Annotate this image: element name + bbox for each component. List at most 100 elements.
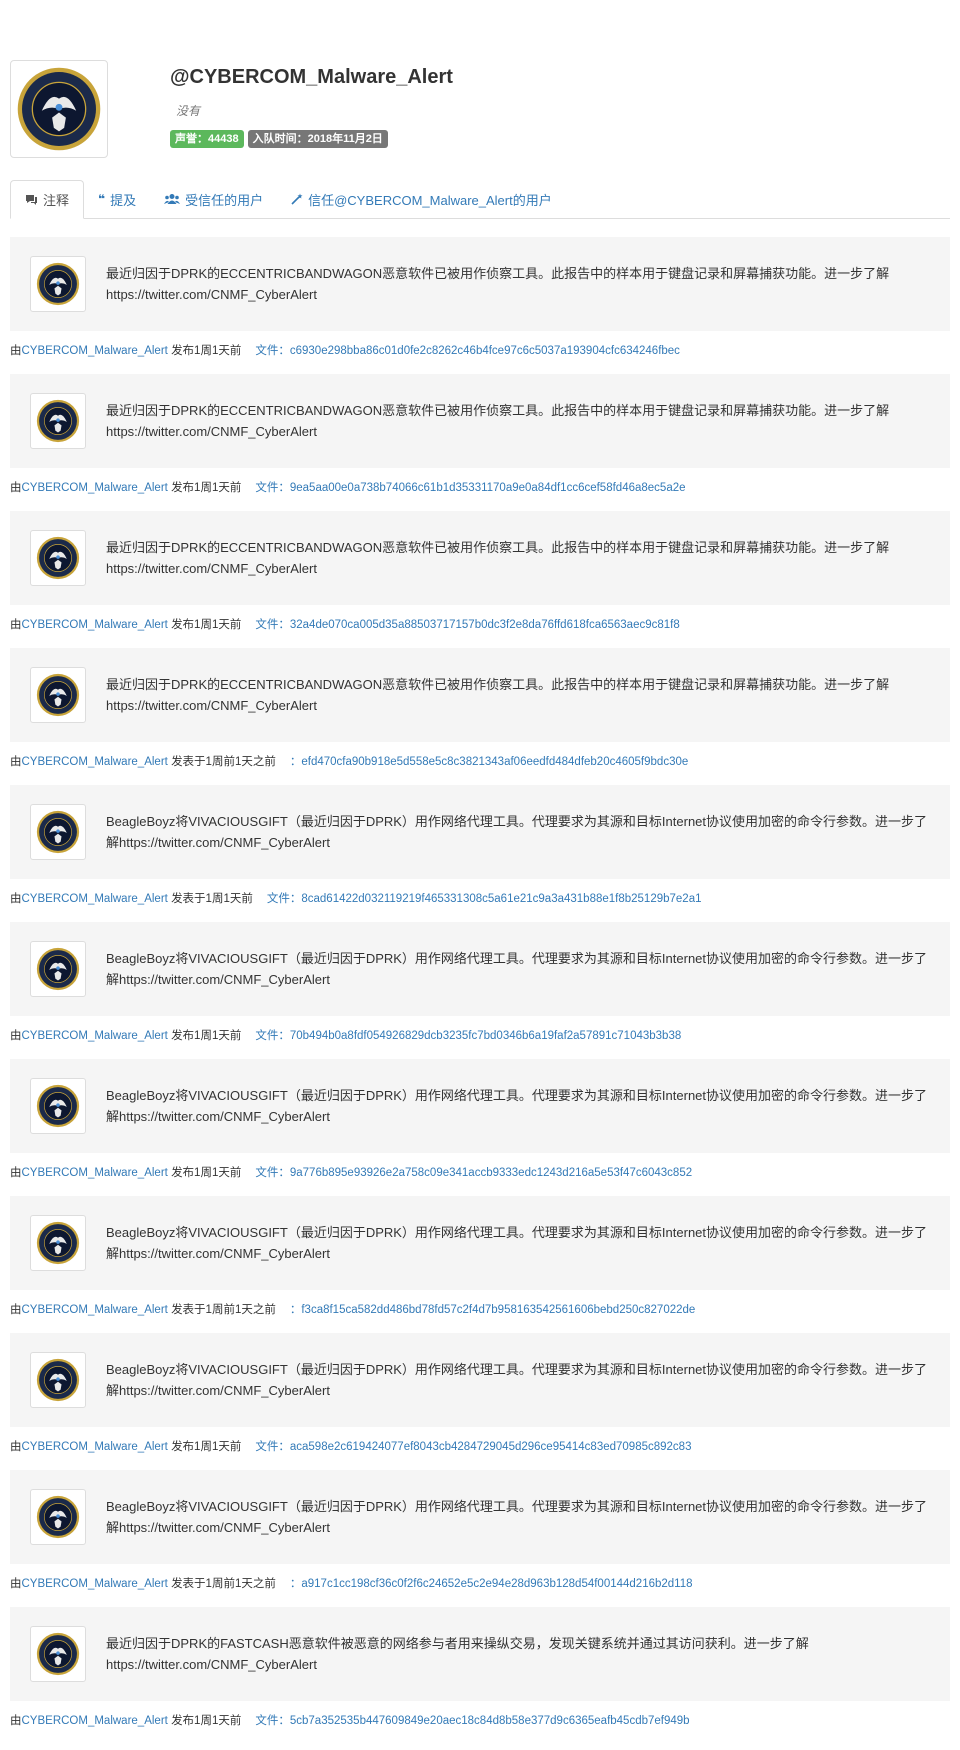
author-link[interactable]: CYBERCOM_Malware_Alert [22,1030,168,1042]
comment-card: 最近归因于DPRK的ECCENTRICBANDWAGON恶意软件已被用作侦察工具… [10,237,950,331]
file-hash: 8cad61422d032119219f465331308c5a61e21c9a… [301,893,702,905]
author-link[interactable]: CYBERCOM_Malware_Alert [22,893,168,905]
comment-avatar[interactable] [30,1215,86,1271]
comment-avatar[interactable] [30,256,86,312]
cybercom-seal-icon [36,1221,80,1265]
author-link[interactable]: CYBERCOM_Malware_Alert [22,619,168,631]
file-link[interactable]: 文件：32a4de070ca005d35a88503717157b0dc3f2e… [255,619,679,631]
comment-avatar[interactable] [30,530,86,586]
comment-avatar[interactable] [30,941,86,997]
comment-avatar[interactable] [30,393,86,449]
by-prefix: 由 [10,756,22,768]
file-hash: 9a776b895e93926e2a758c09e341accb9333edc1… [289,1167,693,1179]
comment-avatar[interactable] [30,1352,86,1408]
cybercom-seal-icon [36,947,80,991]
comment-card: BeagleBoyz将VIVACIOUSGIFT（最近归因于DPRK）用作网络代… [10,1333,950,1427]
posted-time: 发布1周1天前 [171,1441,242,1453]
comment-avatar[interactable] [30,1626,86,1682]
comment-text: BeagleBoyz将VIVACIOUSGIFT（最近归因于DPRK）用作网络代… [106,1499,928,1535]
comment-card: BeagleBoyz将VIVACIOUSGIFT（最近归因于DPRK）用作网络代… [10,922,950,1016]
comment-meta: 由CYBERCOM_Malware_Alert 发布1周1天前 文件：32a4de… [10,605,950,648]
author-link[interactable]: CYBERCOM_Malware_Alert [22,1441,168,1453]
cybercom-seal-icon [36,673,80,717]
file-hash: c6930e298bba86c01d0fe2c8262c46b4fce97c6c… [289,345,680,357]
posted-time: 发表于1周前1天之前 [171,756,276,768]
by-prefix: 由 [10,1441,22,1453]
comment-text: 最近归因于DPRK的ECCENTRICBANDWAGON恶意软件已被用作侦察工具… [106,403,890,439]
file-hash: aca598e2c619424077ef8043cb4284729045d296… [289,1441,692,1453]
comment-entry: BeagleBoyz将VIVACIOUSGIFT（最近归因于DPRK）用作网络代… [10,1059,950,1196]
profile-tabs: 注释 ❝ 提及 受信任的用户 信任@CYBERCOM_Malware_Alert… [10,180,950,219]
comment-avatar[interactable] [30,667,86,723]
file-link[interactable]: ：efd470cfa90b918e5d558e5c8c3821343af06ee… [290,756,688,768]
comment-meta: 由CYBERCOM_Malware_Alert 发布1周1天前 文件：5cb7a3… [10,1701,950,1744]
file-link[interactable]: 文件：70b494b0a8fdf054926829dcb3235fc7bd034… [255,1030,681,1042]
author-link[interactable]: CYBERCOM_Malware_Alert [22,1715,168,1727]
comment-card: 最近归因于DPRK的FASTCASH恶意软件被恶意的网络参与者用来操纵交易，发现… [10,1607,950,1701]
file-label: 文件： [255,619,290,631]
comment-avatar[interactable] [30,804,86,860]
avatar [10,60,108,158]
tab-comments[interactable]: 注释 [10,180,85,219]
comment-meta: 由CYBERCOM_Malware_Alert 发布1周1天前 文件：aca598… [10,1427,950,1470]
author-link[interactable]: CYBERCOM_Malware_Alert [22,756,168,768]
file-label: 文件： [255,482,290,494]
author-link[interactable]: CYBERCOM_Malware_Alert [22,1304,168,1316]
joined-badge: 入队时间：2018年11月2日 [247,130,388,148]
author-link[interactable]: CYBERCOM_Malware_Alert [22,482,168,494]
author-link[interactable]: CYBERCOM_Malware_Alert [22,1167,168,1179]
tab-comments-label: 注释 [43,193,70,208]
comment-card: BeagleBoyz将VIVACIOUSGIFT（最近归因于DPRK）用作网络代… [10,785,950,879]
file-hash: 5cb7a352535b447609849e20aec18c84d8b58e37… [289,1715,690,1727]
file-link[interactable]: 文件：5cb7a352535b447609849e20aec18c84d8b58… [255,1715,689,1727]
file-label: 文件： [255,345,290,357]
posted-time: 发布1周1天前 [171,482,242,494]
file-link[interactable]: ：f3ca8f15ca582dd486bd78fd57c2f4d7b958163… [290,1304,695,1316]
file-link[interactable]: ：a917c1cc198cf36c0f2f6c24652e5c2e94e28d9… [290,1578,693,1590]
posted-time: 发布1周1天前 [171,1030,242,1042]
file-label: 文件： [255,1441,290,1453]
comments-icon [25,194,38,206]
profile-description: 没有 [176,104,201,118]
file-label: 文件： [255,1715,290,1727]
comment-avatar[interactable] [30,1078,86,1134]
cybercom-seal-icon [36,1084,80,1128]
posted-time: 发布1周1天前 [171,1715,242,1727]
comment-text: 最近归因于DPRK的ECCENTRICBANDWAGON恶意软件已被用作侦察工具… [106,266,890,302]
comment-text: 最近归因于DPRK的ECCENTRICBANDWAGON恶意软件已被用作侦察工具… [106,540,890,576]
file-link[interactable]: 文件：aca598e2c619424077ef8043cb4284729045d… [255,1441,691,1453]
cybercom-seal-icon [36,536,80,580]
tab-trusted-users[interactable]: 受信任的用户 [150,180,277,218]
file-link[interactable]: 文件：9ea5aa00e0a738b74066c61b1d35331170a9e… [255,482,685,494]
comment-card: 最近归因于DPRK的ECCENTRICBANDWAGON恶意软件已被用作侦察工具… [10,511,950,605]
author-link[interactable]: CYBERCOM_Malware_Alert [22,345,168,357]
cybercom-seal-icon [17,67,101,151]
comment-text: 最近归因于DPRK的FASTCASH恶意软件被恶意的网络参与者用来操纵交易，发现… [106,1636,809,1672]
file-hash: efd470cfa90b918e5d558e5c8c3821343af06eed… [301,756,689,768]
posted-time: 发布1周1天前 [171,1167,242,1179]
comment-entry: BeagleBoyz将VIVACIOUSGIFT（最近归因于DPRK）用作网络代… [10,922,950,1059]
profile-page: @CYBERCOM_Malware_Alert 没有 声誉：44438 入队时间… [0,0,960,1750]
by-prefix: 由 [10,1167,22,1179]
author-link[interactable]: CYBERCOM_Malware_Alert [22,1578,168,1590]
tab-mentions-label: 提及 [110,192,137,208]
by-prefix: 由 [10,1304,22,1316]
comment-entry: 最近归因于DPRK的ECCENTRICBANDWAGON恶意软件已被用作侦察工具… [10,511,950,648]
comment-meta: 由CYBERCOM_Malware_Alert 发表于1周前1天之前 ：a917c… [10,1564,950,1607]
posted-time: 发表于1周前1天之前 [171,1578,276,1590]
comment-avatar[interactable] [30,1489,86,1545]
by-prefix: 由 [10,482,22,494]
file-link[interactable]: 文件：9a776b895e93926e2a758c09e341accb9333e… [255,1167,692,1179]
users-icon [164,193,181,205]
profile-badges: 声誉：44438 入队时间：2018年11月2日 [170,130,388,148]
comment-meta: 由CYBERCOM_Malware_Alert 发布1周1天前 文件：9ea5aa… [10,468,950,511]
comment-entry: BeagleBoyz将VIVACIOUSGIFT（最近归因于DPRK）用作网络代… [10,785,950,922]
by-prefix: 由 [10,893,22,905]
posted-time: 发表于1周前1天之前 [171,1304,276,1316]
by-prefix: 由 [10,1715,22,1727]
file-link[interactable]: 文件：c6930e298bba86c01d0fe2c8262c46b4fce97… [255,345,680,357]
file-link[interactable]: 文件：8cad61422d032119219f465331308c5a61e21… [267,893,702,905]
tab-mentions[interactable]: ❝ 提及 [84,180,150,218]
tab-trusting-users[interactable]: 信任@CYBERCOM_Malware_Alert的用户 [277,180,566,218]
comment-text: BeagleBoyz将VIVACIOUSGIFT（最近归因于DPRK）用作网络代… [106,814,928,850]
